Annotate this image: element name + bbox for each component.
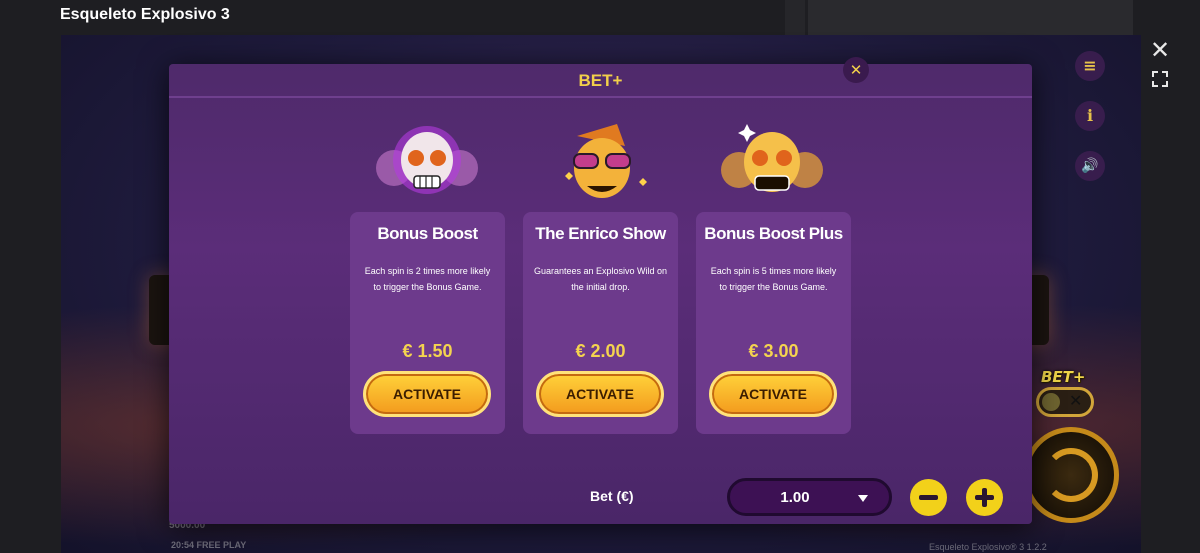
activate-label: ACTIVATE [393, 386, 461, 402]
bonus-boost-plus-card: Bonus Boost Plus Each spin is 5 times mo… [696, 212, 851, 434]
plus-icon-vertical [982, 488, 987, 507]
minus-icon [919, 495, 938, 500]
modal-header: BET+ [169, 64, 1032, 98]
plus-button[interactable] [966, 479, 1003, 516]
top-strip-right [808, 0, 1133, 35]
modal-close-button[interactable]: ✕ [843, 57, 869, 83]
card-description: Each spin is 5 times more likely to trig… [710, 266, 837, 292]
card-title: Bonus Boost [377, 224, 478, 243]
caret-down-icon [858, 495, 868, 502]
status-text: 20:54 FREE PLAY [171, 540, 247, 550]
spin-icon [1044, 448, 1098, 502]
bet-label: Bet (€) [590, 488, 634, 504]
close-icon[interactable]: ✕ [1148, 38, 1172, 62]
card-description: Each spin is 2 times more likely to trig… [364, 266, 491, 292]
toggle-off-icon: ✕ [1069, 391, 1083, 410]
betplus-modal: BET+ Bonus Boost Each spin is 2 times mo… [169, 64, 1032, 524]
card-title: Bonus Boost Plus [704, 224, 843, 243]
card-price: € 3.00 [748, 341, 799, 361]
spin-button[interactable] [1023, 427, 1119, 523]
bet-select[interactable]: 1.00 [727, 478, 892, 516]
activate-button-bonus-boost[interactable]: ACTIVATE [363, 371, 491, 417]
bet-value: 1.00 [780, 489, 810, 506]
activate-button-enrico-show[interactable]: ACTIVATE [536, 371, 664, 417]
fullscreen-icon[interactable] [1150, 69, 1170, 89]
bonus-boost-card: Bonus Boost Each spin is 2 times more li… [350, 212, 505, 434]
card-description: Guarantees an Explosivo Wild on the init… [533, 266, 668, 292]
top-strip [785, 0, 805, 35]
menu-icon[interactable]: ≡ [1075, 51, 1105, 81]
betplus-toggle[interactable]: ✕ [1036, 387, 1094, 417]
betplus-logo: BET+ [1041, 368, 1086, 386]
activate-button-bonus-boost-plus[interactable]: ACTIVATE [709, 371, 837, 417]
version-text: Esqueleto Explosivo® 3 1.2.2 [929, 542, 1047, 552]
sound-icon[interactable]: 🔊 [1075, 151, 1105, 181]
skull-icon [721, 124, 823, 192]
page-title: Esqueleto Explosivo 3 [60, 6, 230, 23]
skull-icon [565, 124, 647, 198]
card-title: The Enrico Show [535, 224, 666, 243]
toggle-knob [1042, 393, 1060, 411]
card-price: € 2.00 [575, 341, 626, 361]
activate-label: ACTIVATE [566, 386, 634, 402]
enrico-show-card: The Enrico Show Guarantees an Explosivo … [523, 212, 678, 434]
info-icon[interactable]: i [1075, 101, 1105, 131]
skull-icon [376, 126, 478, 194]
minus-button[interactable] [910, 479, 947, 516]
activate-label: ACTIVATE [739, 386, 807, 402]
card-price: € 1.50 [402, 341, 453, 361]
modal-title: BET+ [578, 71, 623, 90]
